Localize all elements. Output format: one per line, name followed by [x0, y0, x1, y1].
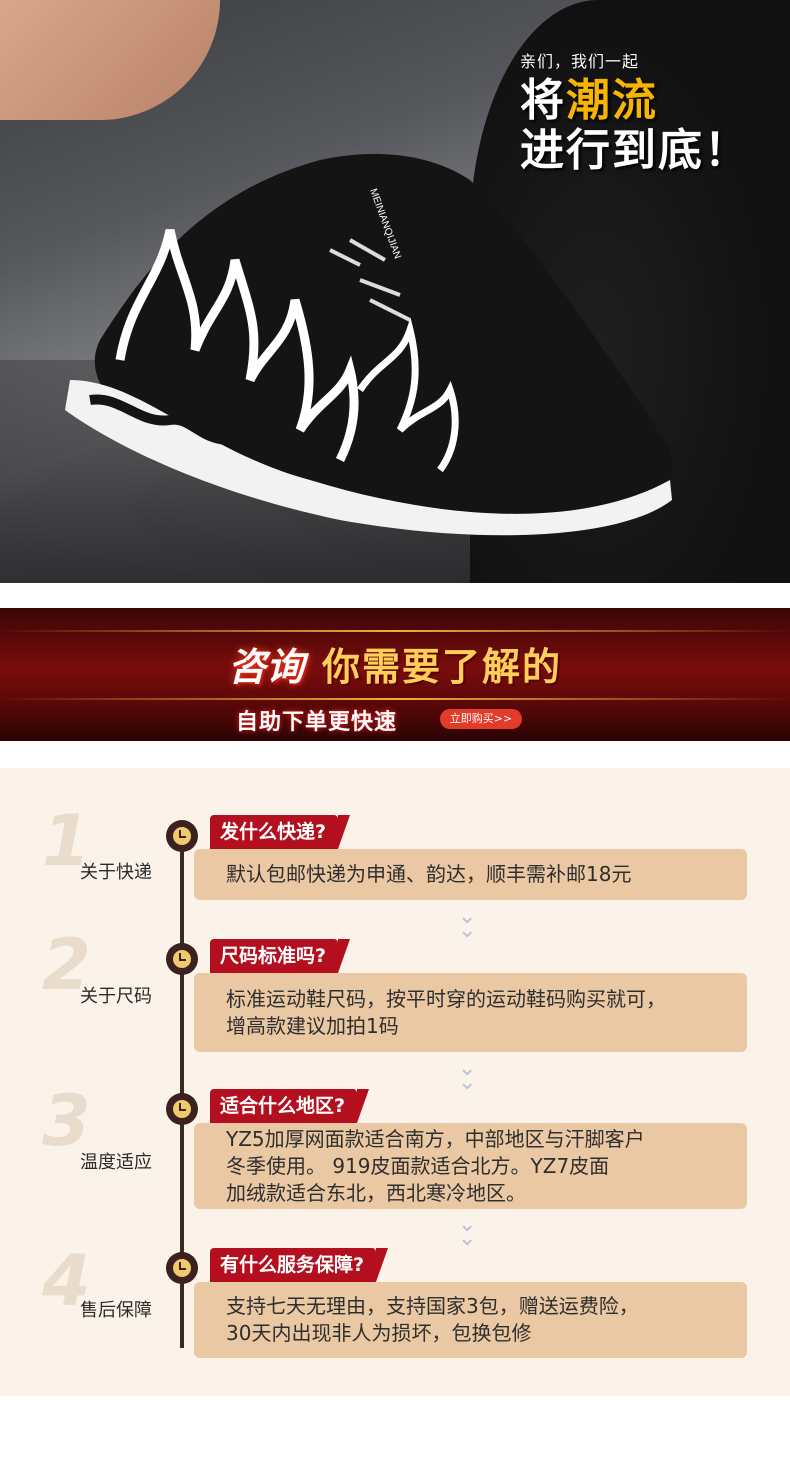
clock-icon [166, 820, 198, 852]
slogan-small: 亲们，我们一起 [520, 52, 640, 71]
clock-icon [166, 1093, 198, 1125]
banner-title: 咨询 你需要了解的 [0, 636, 790, 691]
faq-answer: 标准运动鞋尺码，按平时穿的运动鞋码购买就可， 增高款建议加拍1码 [194, 973, 747, 1052]
banner-subtitle: 自助下单更快速 [236, 710, 398, 735]
faq-question: 发什么快递? [210, 815, 351, 849]
faq-category: 关于快递 [80, 862, 152, 883]
faq-question: 有什么服务保障? [210, 1248, 389, 1282]
faq-category: 温度适应 [80, 1152, 152, 1173]
faq-answer: 默认包邮快递为申通、韵达，顺丰需补邮18元 [194, 849, 747, 900]
sneaker-image: MEINIANQIJIAN [65, 153, 673, 536]
glow-line [0, 630, 790, 632]
clock-icon [166, 1252, 198, 1284]
faq-category: 售后保障 [80, 1300, 152, 1321]
consult-banner: 咨询 你需要了解的 自助下单更快速 立即购买>> [0, 608, 790, 741]
faq-section: 1 关于快递 发什么快递? 默认包邮快递为申通、韵达，顺丰需补邮18元 ⌄ ⌄ 2… [0, 768, 790, 1396]
faq-answer: 支持七天无理由，支持国家3包，赠送运费险， 30天内出现非人为损坏，包换包修 [194, 1282, 747, 1358]
faq-number: 3 [42, 1080, 91, 1162]
clock-icon [166, 943, 198, 975]
banner-title-need: 你需要了解的 [322, 645, 563, 689]
slogan-line-1: 将潮流 [520, 75, 658, 126]
chevron-down-icon: ⌄ ⌄ [458, 1212, 477, 1251]
hero-photo: MEINIANQIJIAN 亲们，我们一起 将潮流 进行到底！ [0, 0, 790, 583]
hand-with-ring [0, 0, 220, 120]
faq-answer: YZ5加厚网面款适合南方，中部地区与汗脚客户 冬季使用。 919皮面款适合北方。… [194, 1123, 747, 1209]
buy-now-button[interactable]: 立即购买>> [440, 709, 522, 729]
faq-category: 关于尺码 [80, 986, 152, 1007]
slogan-line-2: 进行到底！ [520, 125, 750, 176]
faq-question: 适合什么地区? [210, 1089, 370, 1123]
faq-question: 尺码标准吗? [210, 939, 351, 973]
glow-line [0, 698, 790, 700]
slogan: 亲们，我们一起 将潮流 进行到底！ [520, 48, 750, 176]
chevron-down-icon: ⌄ ⌄ [458, 904, 477, 943]
chevron-down-icon: ⌄ ⌄ [458, 1056, 477, 1095]
banner-title-consult: 咨询 [227, 645, 304, 689]
